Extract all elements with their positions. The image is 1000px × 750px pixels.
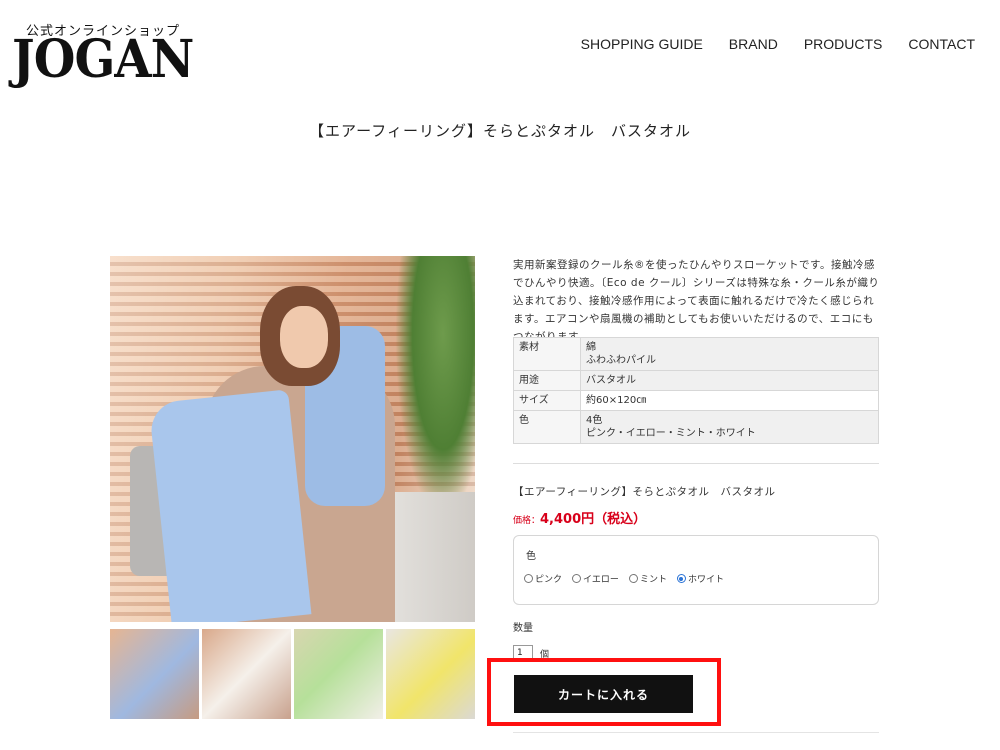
spec-value: 約60×120㎝ [580, 390, 879, 411]
nav-shopping-guide[interactable]: SHOPPING GUIDE [581, 36, 703, 52]
price-value: 4,400円（税込） [540, 512, 647, 527]
quantity-label: 数量 [513, 623, 533, 634]
price: 価格：4,400円（税込） [513, 508, 646, 527]
thumbnail-strip [110, 629, 475, 719]
divider [513, 463, 879, 464]
spec-key: サイズ [513, 390, 581, 411]
spec-value-line: ピンク・イエロー・ミント・ホワイト [586, 428, 756, 439]
spec-value-line: 綿 [586, 342, 596, 353]
spec-key: 色 [513, 410, 581, 444]
radio-icon[interactable] [572, 574, 582, 583]
spec-row: 色 4色ピンク・イエロー・ミント・ホワイト [513, 410, 879, 444]
nav-brand[interactable]: BRAND [729, 36, 778, 52]
radio-icon[interactable] [628, 574, 638, 583]
photo-model-face [280, 306, 328, 368]
spec-key: 素材 [513, 337, 581, 371]
nav-products[interactable]: PRODUCTS [804, 36, 883, 52]
main-nav: SHOPPING GUIDE BRAND PRODUCTS CONTACT [581, 36, 975, 52]
color-option-white[interactable]: ホワイト [676, 572, 724, 585]
spec-value: バスタオル [580, 370, 879, 391]
thumbnail-3[interactable] [294, 629, 383, 719]
highlight-box [487, 658, 721, 726]
quantity-input[interactable]: 1 [513, 645, 533, 659]
spec-table: 素材 綿ふわふわパイル 用途 バスタオル サイズ 約60×120㎝ 色 4色ピン… [513, 337, 879, 444]
color-option-label: ホワイト [687, 575, 724, 585]
spec-key: 用途 [513, 370, 581, 391]
photo-plant [395, 256, 475, 516]
spec-value-line: 4色 [586, 415, 603, 426]
nav-contact[interactable]: CONTACT [908, 36, 975, 52]
photo-planter [385, 492, 475, 622]
product-description: 実用新案登録のクール糸®を使ったひんやりスローケットです。接触冷感でひんやり快適… [513, 259, 880, 343]
logo[interactable]: JOGAN [12, 30, 194, 90]
radio-selected-icon[interactable] [676, 574, 686, 583]
radio-icon[interactable] [524, 574, 533, 583]
color-option-yellow[interactable]: イエロー [572, 572, 619, 585]
price-label: 価格： [513, 516, 541, 526]
spec-row: 用途 バスタオル [513, 370, 879, 391]
thumbnail-4[interactable] [386, 629, 475, 719]
color-radio-group: ピンク イエロー ミント ホワイト [524, 572, 724, 585]
color-option-label: ピンク [535, 575, 563, 585]
spec-value-line: ふわふわパイル [586, 355, 656, 366]
spec-value: 4色ピンク・イエロー・ミント・ホワイト [580, 410, 879, 444]
spec-row: 素材 綿ふわふわパイル [513, 337, 879, 371]
color-option-label: ミント [639, 575, 667, 585]
color-option-mint[interactable]: ミント [628, 572, 667, 585]
photo-towel [148, 389, 312, 622]
divider [513, 732, 879, 733]
main-product-photo [110, 256, 475, 622]
color-option-pink[interactable]: ピンク [524, 572, 562, 585]
color-option-title: 色 [526, 551, 536, 562]
color-option-box: 色 ピンク イエロー ミント ホワイト [513, 535, 879, 605]
product-name: 【エアーフィーリング】そらとぷタオル バスタオル [513, 486, 776, 498]
spec-value: 綿ふわふわパイル [580, 337, 879, 371]
spec-row: サイズ 約60×120㎝ [513, 390, 879, 411]
thumbnail-2[interactable] [202, 629, 291, 719]
thumbnail-1[interactable] [110, 629, 199, 719]
color-option-label: イエロー [583, 575, 619, 585]
page-title: 【エアーフィーリング】そらとぷタオル バスタオル [309, 122, 691, 140]
